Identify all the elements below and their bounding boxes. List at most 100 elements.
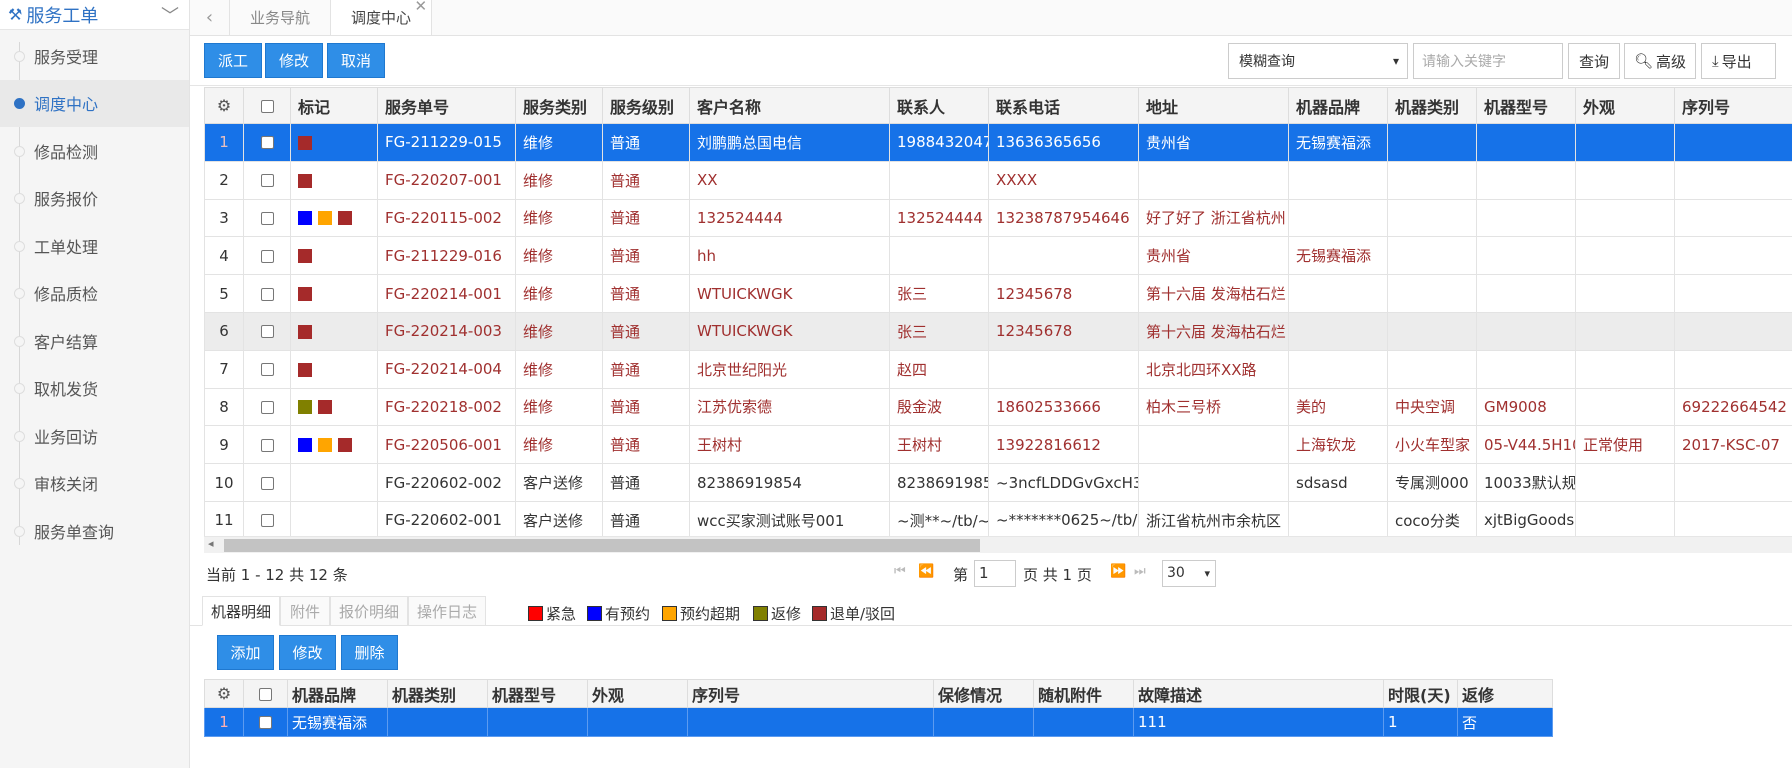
order-no-cell: FG-220506-001 <box>377 425 516 465</box>
row-checkbox[interactable] <box>243 349 291 389</box>
status-mark <box>298 438 312 453</box>
row-checkbox[interactable] <box>243 707 288 737</box>
detail-row[interactable]: 1 无锡赛福添 111 1 否 <box>204 707 1553 737</box>
detail-header-brand[interactable]: 机器品牌 <box>287 679 388 708</box>
select-all-checkbox[interactable] <box>243 87 291 124</box>
tab-business-nav[interactable]: 业务导航 <box>230 0 332 35</box>
tab-label: 调度中心 <box>351 8 412 27</box>
delete-button[interactable]: 删除 <box>341 635 398 670</box>
sidebar-item-service-accept[interactable]: 服务受理 <box>0 32 189 80</box>
detail-edit-button[interactable]: 修改 <box>279 635 336 670</box>
column-header-contact[interactable]: 联系人 <box>889 87 989 124</box>
close-icon[interactable]: ✕ <box>414 0 427 15</box>
column-header-service-level[interactable]: 服务级别 <box>602 87 690 124</box>
detail-header-model[interactable]: 机器型号 <box>487 679 588 708</box>
cancel-button[interactable]: 取消 <box>327 43 385 78</box>
table-row[interactable]: 3 FG-220115-002 维修 普通 132524444 132524444 1323… <box>204 198 1792 238</box>
table-row[interactable]: 10 FG-220602-002 客户送修 普通 82386919854 82386919… <box>204 463 1792 502</box>
add-button[interactable]: 添加 <box>217 635 274 670</box>
tab-attachments[interactable]: 附件 <box>280 596 330 626</box>
table-row[interactable]: 6 FG-220214-003 维修 普通 WTUICKWGK 张三 12345678 第十六… <box>204 311 1792 351</box>
table-row[interactable]: 11 FG-220602-001 客户送修 普通 wcc买家测试账号001 ~测**~/t… <box>204 500 1792 540</box>
column-header-appearance[interactable]: 外观 <box>1575 87 1675 124</box>
first-page-icon[interactable]: ⏮ <box>894 564 906 579</box>
table-row[interactable]: 2 FG-220207-001 维修 普通 XX XXXX <box>204 160 1792 200</box>
column-header-brand[interactable]: 机器品牌 <box>1288 87 1388 124</box>
last-page-icon[interactable]: ⏭ <box>1134 564 1146 579</box>
detail-header-accessories[interactable]: 随机附件 <box>1033 679 1134 708</box>
tab-dispatch-center[interactable]: 调度中心 ✕ <box>331 0 433 35</box>
prev-page-icon[interactable]: ⏪ <box>918 564 934 579</box>
column-header-serial[interactable]: 序列号 <box>1674 87 1792 124</box>
chevron-left-icon[interactable]: ‹ <box>190 0 230 35</box>
sidebar-item-repair-inspection[interactable]: 修品检测 <box>0 127 189 175</box>
detail-header-time-limit[interactable]: 时限(天) <box>1383 679 1458 708</box>
sidebar-item-label: 服务报价 <box>34 190 99 210</box>
column-header-mark[interactable]: 标记 <box>290 87 378 124</box>
column-header-service-category[interactable]: 服务类别 <box>515 87 603 124</box>
column-header-machine-category[interactable]: 机器类别 <box>1387 87 1477 124</box>
column-header-order-no[interactable]: 服务单号 <box>377 87 516 124</box>
row-checkbox[interactable] <box>243 160 291 200</box>
sidebar-item-review-close[interactable]: 审核关闭 <box>0 460 189 508</box>
row-checkbox[interactable] <box>243 311 291 351</box>
dispatch-button[interactable]: 派工 <box>204 43 262 78</box>
detail-select-all-checkbox[interactable] <box>243 679 288 708</box>
dispatch-grid: ⚙ 标记 服务单号 服务类别 服务级别 客户名称 联系人 联系电话 地址 机器品… <box>204 87 1792 555</box>
search-input[interactable]: 请输入关键字 <box>1413 43 1563 79</box>
scrollbar-thumb[interactable] <box>224 539 980 552</box>
tab-operation-log[interactable]: 操作日志 <box>408 596 486 626</box>
detail-header-warranty[interactable]: 保修情况 <box>933 679 1034 708</box>
row-checkbox[interactable] <box>243 425 291 465</box>
contact-cell: 132524444 <box>889 198 989 238</box>
sidebar-item-service-quote[interactable]: 服务报价 <box>0 175 189 223</box>
table-row[interactable]: 7 FG-220214-004 维修 普通 北京世纪阳光 赵四 北京北四环XX路 <box>204 349 1792 389</box>
checkbox-icon <box>260 249 274 263</box>
column-header-model[interactable]: 机器型号 <box>1476 87 1576 124</box>
horizontal-scrollbar[interactable]: ◂ <box>204 536 1792 553</box>
toolbar: 派工 修改 取消 模糊查询 ▾ 请输入关键字 查询 🔍︎ 高级 ⤓ 导出 <box>190 36 1792 86</box>
next-page-icon[interactable]: ⏩ <box>1110 564 1126 579</box>
detail-column-settings[interactable]: ⚙ <box>204 679 244 708</box>
table-row[interactable]: 5 FG-220214-001 维修 普通 WTUICKWGK 张三 12345678 第十六… <box>204 274 1792 313</box>
sidebar-item-dispatch-center[interactable]: 调度中心 <box>0 79 189 127</box>
column-header-phone[interactable]: 联系电话 <box>988 87 1139 124</box>
page-input[interactable]: 1 <box>974 560 1016 587</box>
detail-header-category[interactable]: 机器类别 <box>387 679 488 708</box>
row-checkbox[interactable] <box>243 236 291 276</box>
table-row[interactable]: 1 FG-211229-015维修普通刘鹏鹏总国电信198843204771363… <box>204 123 1792 162</box>
sidebar-item-follow-up[interactable]: 业务回访 <box>0 412 189 460</box>
detail-header-rework[interactable]: 返修 <box>1457 679 1553 708</box>
page-size-select[interactable]: 30 ▾ <box>1162 560 1216 587</box>
scroll-left-icon[interactable]: ◂ <box>208 537 214 550</box>
row-checkbox[interactable] <box>243 274 291 313</box>
edit-button[interactable]: 修改 <box>265 43 323 78</box>
tab-machine-detail[interactable]: 机器明细 <box>202 596 280 626</box>
table-row[interactable]: 4 FG-211229-016 维修 普通 hh 贵州省 无锡赛福添 <box>204 236 1792 276</box>
column-header-customer-name[interactable]: 客户名称 <box>689 87 890 124</box>
search-mode-select[interactable]: 模糊查询 ▾ <box>1228 43 1408 79</box>
row-checkbox[interactable] <box>243 500 291 540</box>
tab-quote-detail[interactable]: 报价明细 <box>330 596 408 626</box>
detail-header-serial[interactable]: 序列号 <box>687 679 934 708</box>
detail-header-fault[interactable]: 故障描述 <box>1133 679 1384 708</box>
column-header-address[interactable]: 地址 <box>1138 87 1289 124</box>
sidebar-item-quality-check[interactable]: 修品质检 <box>0 270 189 318</box>
row-checkbox[interactable] <box>243 198 291 238</box>
column-settings[interactable]: ⚙ <box>204 87 244 124</box>
row-checkbox[interactable] <box>243 123 291 162</box>
row-checkbox[interactable] <box>243 387 291 427</box>
sidebar-item-order-processing[interactable]: 工单处理 <box>0 222 189 270</box>
table-row[interactable]: 9 FG-220506-001 维修 普通 王树村 王树村 13922816612 上海钦龙小… <box>204 425 1792 465</box>
detail-header-appearance[interactable]: 外观 <box>587 679 688 708</box>
sidebar-item-order-query[interactable]: 服务单查询 <box>0 507 189 555</box>
sidebar-item-customer-settlement[interactable]: 客户结算 <box>0 317 189 365</box>
query-button[interactable]: 查询 <box>1568 43 1620 79</box>
row-checkbox[interactable] <box>243 463 291 502</box>
appearance-cell <box>1575 387 1675 427</box>
sidebar-item-pickup-shipping[interactable]: 取机发货 <box>0 365 189 413</box>
export-button[interactable]: ⤓ 导出 <box>1701 43 1776 79</box>
advanced-button[interactable]: 🔍︎ 高级 <box>1624 43 1696 79</box>
sidebar-header[interactable]: ⚒ 服务工单 ﹀ <box>0 0 189 30</box>
table-row[interactable]: 8 FG-220218-002 维修 普通 江苏优索德 殷金波 18602533666 柏木三… <box>204 387 1792 427</box>
